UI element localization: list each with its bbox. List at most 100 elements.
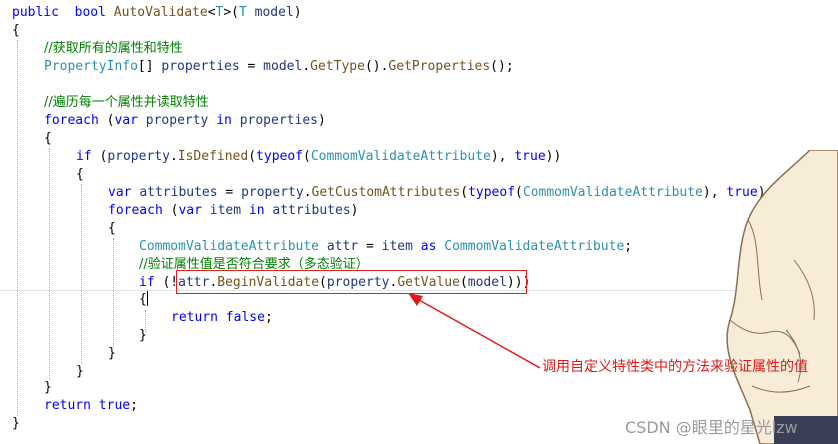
code-line-comment[interactable]: //获取所有的属性和特性 bbox=[44, 40, 183, 58]
method-name: GetType bbox=[310, 59, 365, 74]
punct: (). bbox=[364, 59, 389, 74]
punct: . bbox=[169, 149, 178, 164]
punct: ), bbox=[490, 149, 515, 164]
keyword: return bbox=[44, 398, 91, 413]
brace: } bbox=[44, 380, 52, 395]
punct: = bbox=[217, 185, 242, 200]
type-name: CommomValidateAttribute bbox=[310, 149, 491, 164]
brace: { bbox=[139, 292, 147, 307]
code-line-properties[interactable]: PropertyInfo[] properties = model.GetTyp… bbox=[44, 58, 514, 76]
method-name: GetCustomAttributes bbox=[311, 185, 461, 200]
comment: //遍历每一个属性并读取特性 bbox=[44, 95, 209, 110]
code-line-comment[interactable]: //遍历每一个属性并读取特性 bbox=[44, 94, 209, 112]
keyword: return bbox=[171, 310, 218, 325]
punct: < bbox=[207, 5, 216, 20]
type-name: CommomValidateAttribute bbox=[444, 239, 625, 254]
code-line-attributes[interactable]: var attributes = property.GetCustomAttri… bbox=[108, 184, 773, 202]
code-line-return-true[interactable]: return true; bbox=[44, 397, 138, 415]
code-line-return-false[interactable]: return false; bbox=[171, 309, 273, 327]
code-line-brace[interactable]: { bbox=[139, 291, 147, 309]
keyword: in bbox=[248, 203, 265, 218]
punct: ) bbox=[350, 203, 359, 218]
code-line-foreach[interactable]: foreach (var property in properties) bbox=[44, 112, 326, 130]
param-type: T bbox=[239, 5, 247, 20]
code-line-brace[interactable]: { bbox=[108, 220, 116, 238]
punct: = bbox=[239, 59, 264, 74]
indent-guide bbox=[17, 40, 18, 416]
indent-guide bbox=[113, 238, 114, 348]
brace: { bbox=[44, 131, 52, 146]
keyword: foreach bbox=[44, 113, 99, 128]
punct: ( bbox=[515, 185, 523, 200]
keyword: bool bbox=[74, 5, 106, 20]
variable: attr bbox=[326, 239, 359, 254]
variable: properties bbox=[161, 59, 240, 74]
keyword: false bbox=[225, 310, 265, 325]
code-line-foreach[interactable]: foreach (var item in attributes) bbox=[108, 202, 359, 220]
brace: } bbox=[12, 416, 20, 431]
code-line-brace[interactable]: { bbox=[76, 166, 84, 184]
variable: property bbox=[241, 185, 304, 200]
text-caret bbox=[147, 291, 148, 306]
keyword: true bbox=[514, 149, 546, 164]
code-line-attr[interactable]: CommomValidateAttribute attr = item as C… bbox=[139, 238, 632, 256]
annotation-text: 调用自定义特性类中的方法来验证属性的值 bbox=[542, 359, 808, 375]
variable: attributes bbox=[139, 185, 218, 200]
variable: item bbox=[381, 239, 413, 254]
keyword: in bbox=[216, 113, 232, 128]
punct: ; bbox=[130, 398, 138, 413]
keyword: typeof bbox=[256, 149, 304, 164]
keyword: public bbox=[12, 5, 59, 20]
punct: >( bbox=[223, 5, 239, 20]
punct: ( bbox=[460, 185, 469, 200]
brace: } bbox=[76, 364, 84, 379]
code-line-if-isdefined[interactable]: if (property.IsDefined(typeof(CommomVali… bbox=[76, 148, 561, 166]
method-name: AutoValidate bbox=[113, 5, 208, 20]
variable: property bbox=[107, 149, 170, 164]
punct: ( bbox=[91, 149, 108, 164]
code-line-brace[interactable]: } bbox=[76, 363, 84, 381]
punct: = bbox=[358, 239, 382, 254]
keyword: as bbox=[420, 239, 437, 254]
punct: )) bbox=[545, 149, 562, 164]
variable: model bbox=[263, 59, 303, 74]
punct: ( bbox=[98, 113, 115, 128]
punct: ) bbox=[317, 113, 326, 128]
code-line-brace[interactable]: } bbox=[139, 327, 147, 345]
code-line-brace[interactable]: } bbox=[44, 379, 52, 397]
code-line-brace[interactable]: } bbox=[12, 415, 20, 433]
param-name: model bbox=[254, 5, 294, 20]
keyword: if bbox=[76, 149, 92, 164]
brace: { bbox=[108, 221, 116, 236]
comment: //获取所有的属性和特性 bbox=[44, 41, 183, 56]
indent-guide bbox=[81, 184, 82, 364]
keyword: var bbox=[178, 203, 202, 218]
decorative-figure-illustration bbox=[726, 150, 838, 444]
watermark: CSDN @眼里的星光lzw bbox=[625, 418, 798, 437]
keyword: typeof bbox=[468, 185, 516, 200]
highlight-box bbox=[176, 270, 527, 294]
brace: { bbox=[76, 167, 84, 182]
punct: ; bbox=[264, 310, 273, 325]
keyword: var bbox=[114, 113, 138, 128]
brace: } bbox=[139, 328, 147, 343]
punct: ( bbox=[303, 149, 311, 164]
code-line-signature[interactable]: public bool AutoValidate<T>(T model) bbox=[12, 4, 302, 22]
variable: attributes bbox=[272, 203, 351, 218]
method-name: IsDefined bbox=[177, 149, 249, 164]
keyword: true bbox=[98, 398, 131, 413]
code-line-brace[interactable]: { bbox=[44, 130, 52, 148]
code-line-brace[interactable]: } bbox=[108, 345, 116, 363]
punct: [] bbox=[137, 59, 154, 74]
variable: item bbox=[209, 203, 242, 218]
keyword: if bbox=[139, 275, 155, 290]
indent-guide bbox=[49, 148, 50, 380]
punct: ( bbox=[162, 203, 179, 218]
punct: (); bbox=[490, 59, 514, 74]
keyword: foreach bbox=[108, 203, 163, 218]
punct: . bbox=[303, 185, 312, 200]
code-line-brace[interactable]: { bbox=[12, 22, 20, 40]
variable: property bbox=[145, 113, 209, 128]
keyword: var bbox=[108, 185, 132, 200]
brace: { bbox=[12, 23, 20, 38]
